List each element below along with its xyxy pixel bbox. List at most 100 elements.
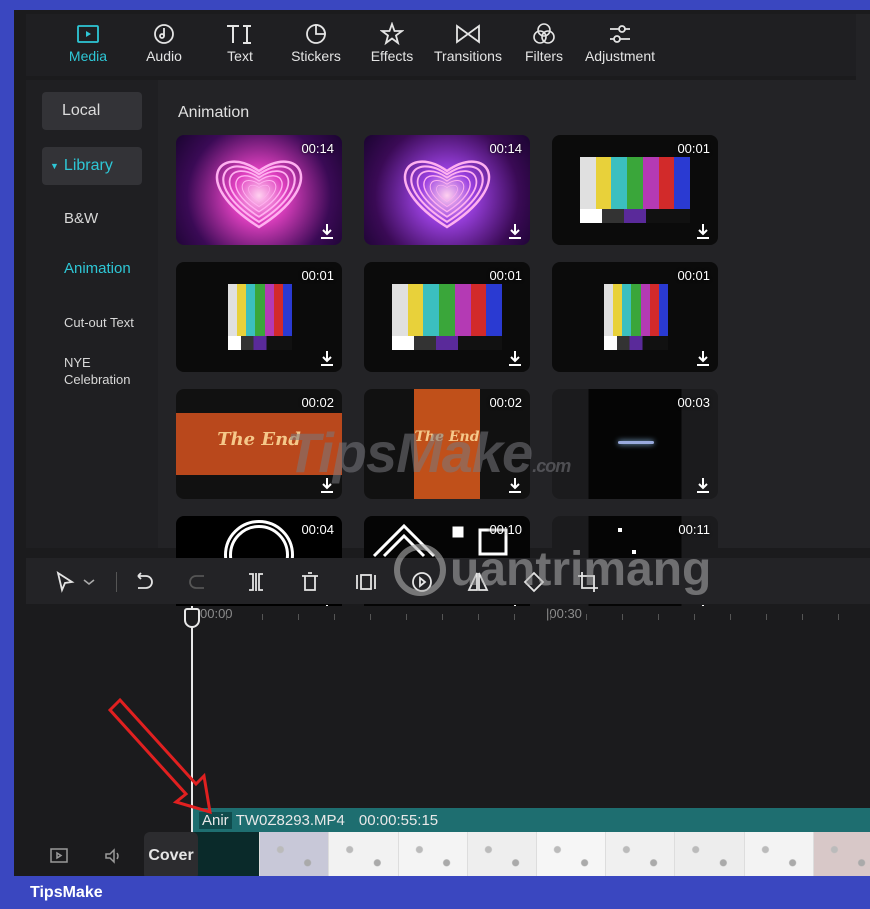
sidebar-item-nye-celebration[interactable]: NYE Celebration [64, 354, 144, 388]
download-icon[interactable] [696, 350, 710, 366]
mirror-icon[interactable] [466, 570, 490, 594]
cover-button[interactable]: Cover [144, 832, 198, 876]
duration-label: 00:03 [677, 395, 710, 410]
animation-thumbnail[interactable]: 00:03 [552, 389, 718, 499]
clip-frame-thumbnail [813, 832, 870, 876]
library-button[interactable]: ▼ Library [42, 147, 142, 185]
timeline-toolbar [26, 558, 870, 604]
download-icon[interactable] [508, 350, 522, 366]
ruler-tick [550, 614, 551, 620]
tab-filters[interactable]: Filters [506, 14, 582, 76]
transitions-icon [455, 20, 481, 48]
ruler-tick [694, 614, 695, 620]
animation-thumbnail[interactable]: 00:14 [176, 135, 342, 245]
sidebar-item-bw[interactable]: B&W [64, 210, 98, 227]
tab-effects[interactable]: Effects [354, 14, 430, 76]
freeze-icon[interactable] [354, 570, 378, 594]
divider [116, 572, 117, 592]
animation-thumbnail[interactable]: 00:01 [552, 262, 718, 372]
ruler-tick [586, 614, 587, 620]
delete-icon[interactable] [298, 570, 322, 594]
clip-frame-thumbnail [537, 832, 607, 876]
tab-label: Media [68, 48, 108, 64]
video-clip[interactable]: Anir TW0Z8293.MP4 00:00:55:15 [191, 808, 870, 876]
duration-label: 00:02 [301, 395, 334, 410]
preview-track-icon[interactable] [50, 848, 70, 864]
download-icon[interactable] [508, 223, 522, 239]
local-button[interactable]: Local [42, 92, 142, 130]
tab-media[interactable]: Media [50, 14, 126, 76]
tab-label: Filters [524, 48, 564, 64]
tab-label: Effects [370, 48, 414, 64]
library-label: Library [63, 157, 113, 174]
select-cursor-icon[interactable] [54, 570, 78, 594]
duration-label: 00:10 [489, 522, 522, 537]
clip-frame-thumbnail [329, 832, 399, 876]
duration-label: 00:01 [677, 268, 710, 283]
download-icon[interactable] [320, 223, 334, 239]
media-icon [76, 20, 100, 48]
footer-brand: TipsMake [30, 884, 103, 901]
duration-label: 00:04 [301, 522, 334, 537]
duration-label: 00:02 [489, 395, 522, 410]
duration-label: 00:01 [489, 268, 522, 283]
text-icon [225, 20, 255, 48]
redo-icon[interactable] [186, 570, 210, 594]
download-icon[interactable] [696, 477, 710, 493]
preview-panel-edge [856, 14, 870, 548]
ruler-tick [838, 614, 839, 620]
tab-audio[interactable]: Audio [126, 14, 202, 76]
tab-stickers[interactable]: Stickers [278, 14, 354, 76]
rotate-icon[interactable] [522, 570, 546, 594]
library-sidebar: Local ▼ Library B&W Animation Cut-out Te… [26, 80, 158, 548]
download-icon[interactable] [696, 223, 710, 239]
ruler-tick [298, 614, 299, 620]
crop-icon[interactable] [576, 570, 600, 594]
tab-label: Transitions [434, 48, 502, 64]
split-icon[interactable] [244, 570, 268, 594]
effects-icon [380, 20, 404, 48]
download-icon[interactable] [508, 477, 522, 493]
clip-frames [191, 832, 870, 876]
animation-thumbnail[interactable]: The End 00:02 [176, 389, 342, 499]
download-icon[interactable] [320, 477, 334, 493]
timeline[interactable]: 00:00 |00:30 Anir TW0Z8293.MP4 00:00:55:… [26, 606, 870, 876]
download-icon[interactable] [320, 350, 334, 366]
duration-label: 00:11 [678, 522, 710, 537]
animation-thumbnail[interactable]: 00:01 [176, 262, 342, 372]
tab-adjustment[interactable]: Adjustment [582, 14, 658, 76]
sidebar-item-cutout-text[interactable]: Cut-out Text [64, 314, 134, 331]
footer-bar [0, 876, 870, 909]
duration-label: 00:01 [677, 141, 710, 156]
ruler-tick [514, 614, 515, 620]
caret-down-icon: ▼ [50, 161, 59, 171]
ruler-tick [406, 614, 407, 620]
playhead-handle[interactable] [184, 608, 200, 628]
tab-label: Stickers [291, 48, 341, 64]
animation-thumbnail[interactable]: 00:01 [552, 135, 718, 245]
clip-duration: 00:00:55:15 [358, 811, 439, 829]
reverse-icon[interactable] [410, 570, 434, 594]
ruler-tick [622, 614, 623, 620]
chevron-down-icon[interactable] [82, 570, 96, 594]
ruler-tick [262, 614, 263, 620]
ruler-tick [766, 614, 767, 620]
animation-thumbnail[interactable]: The End 00:02 [364, 389, 530, 499]
undo-icon[interactable] [132, 570, 156, 594]
sidebar-item-animation[interactable]: Animation [64, 260, 131, 277]
tab-label: Adjustment [584, 48, 656, 64]
ruler-label-30: |00:30 [546, 606, 582, 621]
top-toolbar: Media Audio Text Stickers Effects Transi… [26, 14, 860, 76]
audio-track-icon[interactable] [104, 848, 124, 864]
tab-text[interactable]: Text [202, 14, 278, 76]
adjustment-icon [608, 20, 632, 48]
ruler-tick [370, 614, 371, 620]
clip-frame-thumbnail [606, 832, 676, 876]
clip-frame-thumbnail [675, 832, 745, 876]
duration-label: 00:01 [301, 268, 334, 283]
animation-thumbnail[interactable]: 00:14 [364, 135, 530, 245]
clip-frame-thumbnail [260, 832, 330, 876]
animation-thumbnail[interactable]: 00:01 [364, 262, 530, 372]
tab-transitions[interactable]: Transitions [430, 14, 506, 76]
clip-header: Anir TW0Z8293.MP4 00:00:55:15 [191, 808, 870, 832]
